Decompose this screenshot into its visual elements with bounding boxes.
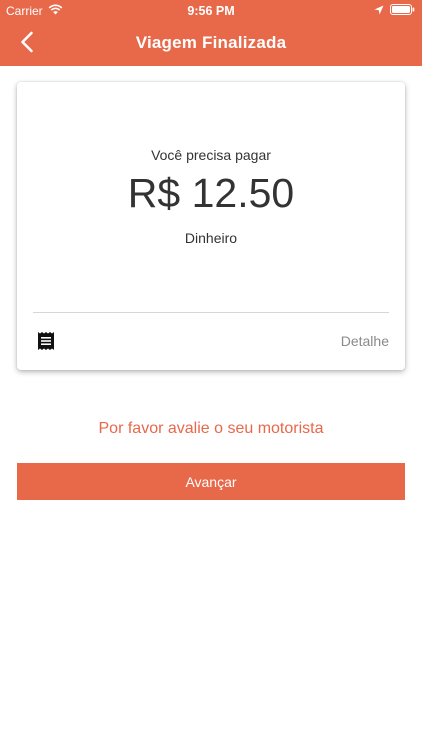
page-title: Viagem Finalizada (135, 33, 287, 52)
nav-bar: Viagem Finalizada (0, 22, 422, 66)
card-divider (33, 312, 389, 313)
advance-button[interactable]: Avançar (17, 463, 405, 500)
header: Carrier 9:56 PM Viagem Finalizada (0, 0, 422, 66)
payment-amount: R$ 12.50 (127, 170, 295, 216)
battery-icon (390, 4, 415, 18)
status-bar: Carrier 9:56 PM (0, 0, 422, 22)
receipt-icon[interactable] (36, 331, 56, 351)
status-time: 9:56 PM (187, 4, 235, 18)
payment-card: Você precisa pagar R$ 12.50 Dinheiro Det… (17, 82, 405, 370)
status-right (374, 4, 415, 18)
location-arrow-icon (374, 4, 384, 18)
detail-link[interactable]: Detalhe (341, 333, 389, 349)
rate-driver-prompt[interactable]: Por favor avalie o seu motorista (0, 420, 422, 438)
payment-method: Dinheiro (184, 230, 238, 246)
payment-label: Você precisa pagar (151, 147, 271, 163)
